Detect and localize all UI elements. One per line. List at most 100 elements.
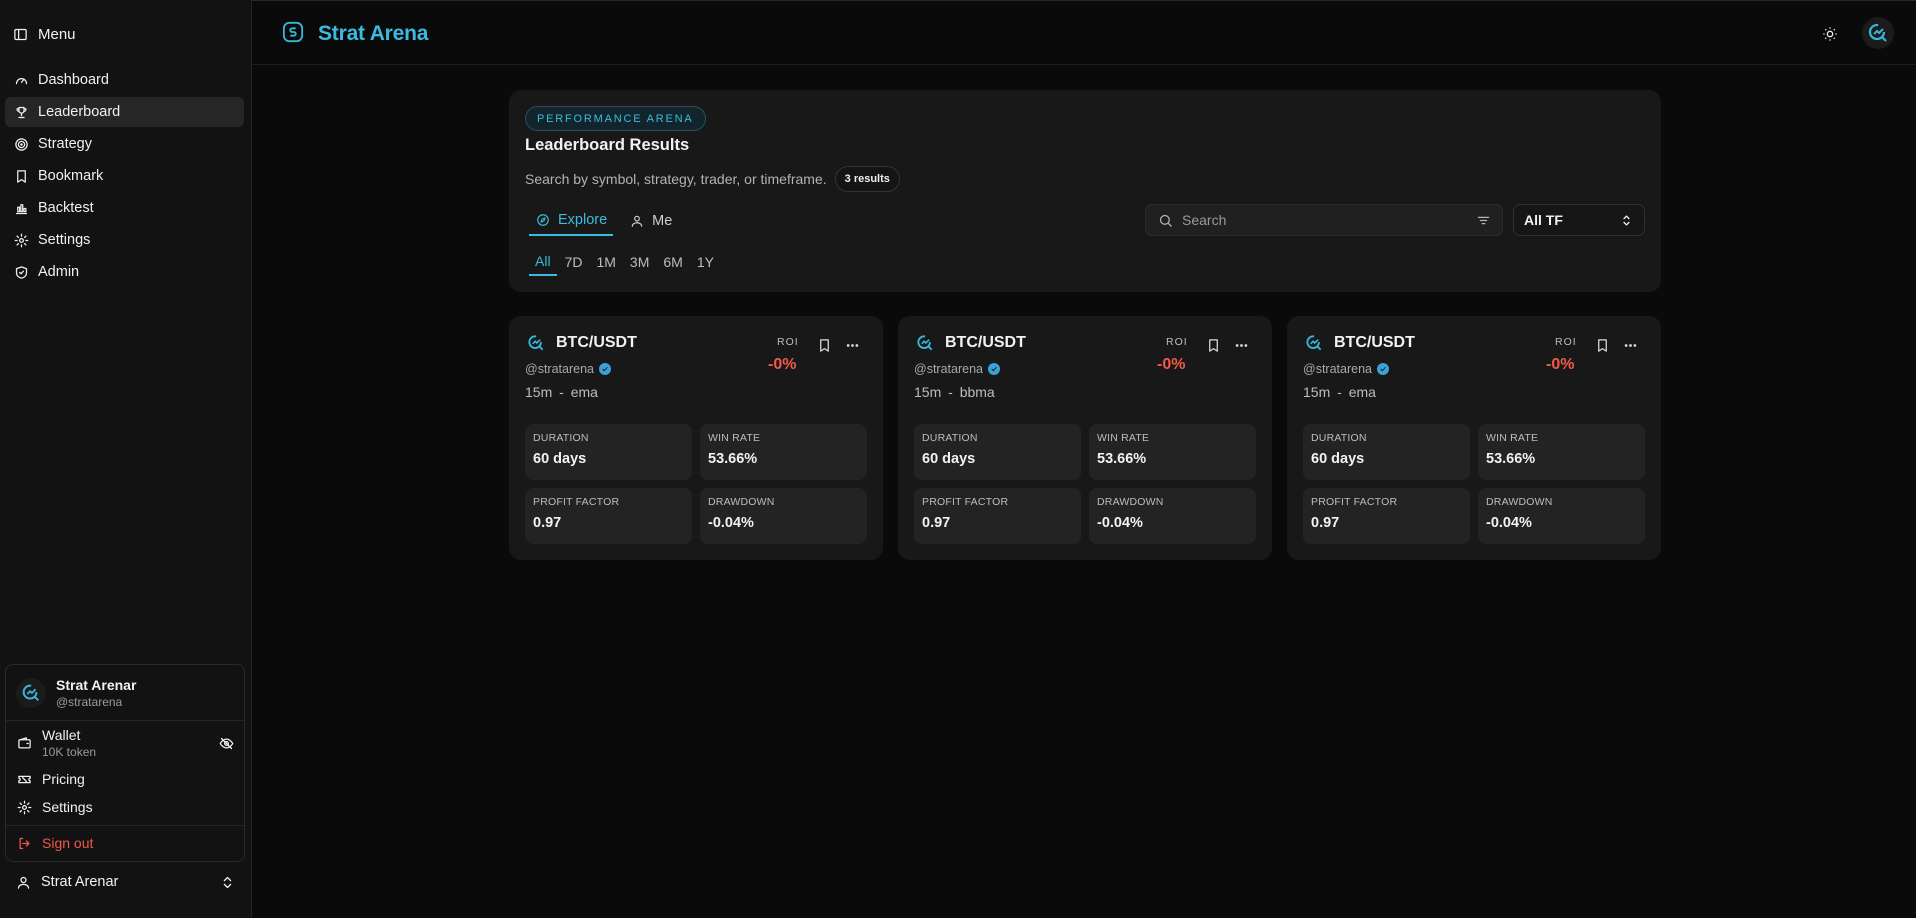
panel-subtitle-row: Search by symbol, strategy, trader, or t… bbox=[525, 166, 900, 192]
chart-icon bbox=[13, 200, 29, 216]
pricing-label: Pricing bbox=[42, 771, 85, 787]
stat-label: DURATION bbox=[922, 432, 978, 444]
strategy-card[interactable]: BTC/USDT @stratarena 15m - ema ROI -0% D… bbox=[1287, 316, 1661, 560]
view-tabs: Explore Me bbox=[529, 206, 678, 236]
roi-value: -0% bbox=[1157, 356, 1186, 373]
stat-box: PROFIT FACTOR 0.97 bbox=[914, 488, 1081, 544]
strategy-card[interactable]: BTC/USDT @stratarena 15m - bbma ROI -0% … bbox=[898, 316, 1272, 560]
card-handle-row: @stratarena bbox=[914, 362, 1000, 376]
sidebar-item-dashboard[interactable]: Dashboard bbox=[5, 65, 244, 95]
more-options-icon[interactable] bbox=[1234, 338, 1252, 354]
chevrons-up-down-icon bbox=[1618, 212, 1634, 228]
brand-logo-icon bbox=[1868, 23, 1887, 42]
period-1y[interactable]: 1Y bbox=[691, 248, 720, 276]
card-meta: 15m - bbma bbox=[914, 384, 995, 400]
tab-label: Explore bbox=[558, 212, 608, 228]
sidebar-item-admin[interactable]: Admin bbox=[5, 257, 244, 287]
sign-out-button[interactable]: Sign out bbox=[6, 826, 244, 860]
stat-label: PROFIT FACTOR bbox=[533, 496, 620, 508]
sidebar-item-backtest[interactable]: Backtest bbox=[5, 193, 244, 223]
sidebar-item-bookmark[interactable]: Bookmark bbox=[5, 161, 244, 191]
period-3m[interactable]: 3M bbox=[624, 248, 655, 276]
card-header: BTC/USDT bbox=[914, 332, 1026, 354]
log-out-icon bbox=[16, 835, 32, 851]
roi-label: ROI bbox=[1555, 336, 1577, 348]
card-header: BTC/USDT bbox=[525, 332, 637, 354]
search-input[interactable] bbox=[1182, 212, 1466, 228]
tab-me[interactable]: Me bbox=[623, 206, 678, 236]
wallet-item[interactable]: Wallet 10K token bbox=[6, 721, 244, 765]
period-1m[interactable]: 1M bbox=[590, 248, 621, 276]
brand-logo-icon bbox=[525, 332, 547, 354]
verified-icon bbox=[598, 363, 611, 375]
bookmark-icon[interactable] bbox=[817, 338, 833, 354]
timeframe-select[interactable]: All TF bbox=[1513, 204, 1645, 236]
stat-label: DRAWDOWN bbox=[708, 496, 775, 508]
results-count-badge: 3 results bbox=[834, 166, 900, 192]
more-options-icon[interactable] bbox=[845, 338, 863, 354]
sidebar-item-strategy[interactable]: Strategy bbox=[5, 129, 244, 159]
stat-value: 53.66% bbox=[1097, 451, 1147, 467]
more-options-icon[interactable] bbox=[1623, 338, 1641, 354]
strategy-card[interactable]: BTC/USDT @stratarena 15m - ema ROI -0% D… bbox=[509, 316, 883, 560]
page-title: Leaderboard Results bbox=[525, 136, 690, 154]
user-icon bbox=[629, 213, 645, 229]
brand-logo-icon bbox=[22, 684, 40, 701]
sidebar-menu-toggle[interactable]: Menu bbox=[12, 26, 76, 43]
roi-label: ROI bbox=[777, 336, 799, 348]
card-strategy: ema bbox=[570, 384, 598, 400]
stat-value: 0.97 bbox=[533, 515, 562, 531]
card-strategy: bbma bbox=[959, 384, 995, 400]
stat-box: DURATION 60 days bbox=[525, 424, 692, 480]
theme-toggle-sun-icon[interactable] bbox=[1819, 23, 1841, 45]
filter-icon[interactable] bbox=[1475, 212, 1491, 228]
eye-off-icon[interactable] bbox=[218, 735, 234, 751]
brand[interactable]: Strat Arena bbox=[282, 21, 428, 46]
bookmark-icon[interactable] bbox=[1595, 338, 1611, 354]
stat-label: WIN RATE bbox=[708, 432, 761, 444]
tab-label: Me bbox=[652, 213, 673, 229]
card-meta: 15m - ema bbox=[1303, 384, 1376, 400]
card-strategy: ema bbox=[1348, 384, 1376, 400]
header-avatar[interactable] bbox=[1862, 17, 1894, 49]
sidebar-item-leaderboard[interactable]: Leaderboard bbox=[5, 97, 244, 127]
card-timeframe: 15m bbox=[525, 384, 553, 400]
sidebar-item-label: Backtest bbox=[38, 200, 94, 216]
card-timeframe: 15m bbox=[914, 384, 942, 400]
search-icon bbox=[1157, 212, 1173, 228]
period-filter: All 7D 1M 3M 6M 1Y bbox=[529, 248, 720, 276]
brand-title: Strat Arena bbox=[318, 21, 429, 45]
user-switcher-name: Strat Arenar bbox=[41, 874, 119, 890]
card-meta: 15m - ema bbox=[525, 384, 598, 400]
stat-value: 60 days bbox=[533, 451, 587, 467]
bookmark-icon[interactable] bbox=[1206, 338, 1222, 354]
period-all[interactable]: All bbox=[529, 248, 557, 276]
user-settings-item[interactable]: Settings bbox=[6, 793, 244, 821]
tab-explore[interactable]: Explore bbox=[529, 206, 614, 236]
stat-box: WIN RATE 53.66% bbox=[1089, 424, 1256, 480]
trophy-icon bbox=[13, 104, 29, 120]
top-header: Strat Arena bbox=[252, 0, 1916, 65]
stat-box: DRAWDOWN -0.04% bbox=[700, 488, 867, 544]
user-switcher[interactable]: Strat Arenar bbox=[5, 868, 245, 896]
stat-value: -0.04% bbox=[708, 515, 754, 531]
period-6m[interactable]: 6M bbox=[657, 248, 688, 276]
stat-value: 0.97 bbox=[922, 515, 951, 531]
leaderboard-panel: PERFORMANCE ARENA Leaderboard Results Se… bbox=[509, 90, 1661, 292]
sidebar: Menu Dashboard Leaderboard Strategy Book… bbox=[0, 0, 252, 918]
period-7d[interactable]: 7D bbox=[559, 248, 589, 276]
card-stats: DURATION 60 days WIN RATE 53.66% PROFIT FACT… bbox=[1303, 424, 1645, 544]
card-meta-separator: - bbox=[1337, 384, 1342, 400]
pricing-item[interactable]: Pricing bbox=[6, 765, 244, 793]
compass-icon bbox=[535, 212, 551, 228]
sidebar-item-settings[interactable]: Settings bbox=[5, 225, 244, 255]
stat-box: PROFIT FACTOR 0.97 bbox=[1303, 488, 1470, 544]
card-handle-row: @stratarena bbox=[525, 362, 611, 376]
card-meta-separator: - bbox=[948, 384, 953, 400]
stat-box: DURATION 60 days bbox=[1303, 424, 1470, 480]
bookmark-icon bbox=[13, 168, 29, 184]
roi-value: -0% bbox=[768, 356, 797, 373]
wallet-icon bbox=[16, 735, 32, 751]
brand-logo-icon bbox=[1303, 332, 1325, 354]
stat-label: DURATION bbox=[533, 432, 589, 444]
